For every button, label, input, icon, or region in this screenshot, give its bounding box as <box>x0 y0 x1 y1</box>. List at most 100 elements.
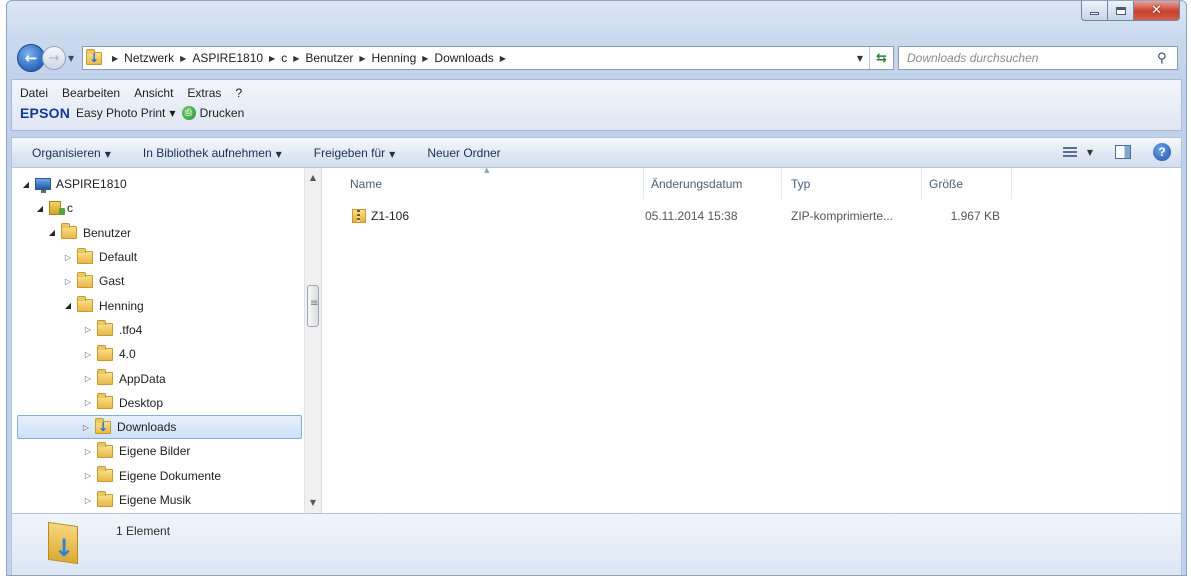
expand-icon[interactable]: ▷ <box>80 423 92 432</box>
tree-item-tfo4[interactable]: ▷ .tfo4 <box>20 318 300 342</box>
breadcrumb-netzwerk[interactable]: Netzwerk <box>120 51 178 65</box>
tree-item-label: c <box>67 201 73 216</box>
tree-item-label: Eigene Bilder <box>119 444 191 459</box>
documents-folder-icon <box>97 466 113 483</box>
change-view-button[interactable] <box>1062 144 1085 160</box>
file-name-cell[interactable]: Z1-106 <box>334 209 644 223</box>
tree-item-eigene-dokumente[interactable]: ▷ Eigene Dokumente <box>20 464 300 488</box>
menu-help[interactable]: ? <box>235 86 242 100</box>
maximize-button[interactable] <box>1108 1 1134 21</box>
drive-icon <box>49 201 65 216</box>
address-bar[interactable]: ▶ Netzwerk ▶ ASPIRE1810 ▶ c ▶ Benutzer ▶… <box>82 46 894 70</box>
tree-item-label: AppData <box>119 371 166 386</box>
expand-icon[interactable]: ▷ <box>82 471 94 480</box>
expand-icon[interactable]: ▷ <box>82 350 94 359</box>
scroll-down-button[interactable]: ▼ <box>305 495 321 511</box>
expand-icon[interactable]: ▷ <box>82 398 94 407</box>
collapse-icon[interactable]: ◢ <box>34 204 46 213</box>
breadcrumb-c[interactable]: c <box>277 51 291 65</box>
menu-bearbeiten[interactable]: Bearbeiten <box>62 86 120 100</box>
tree-item-benutzer[interactable]: ◢ Benutzer <box>20 221 300 245</box>
tree-item-appdata[interactable]: ▷ AppData <box>20 366 300 390</box>
tree-item-default[interactable]: ▷ Default <box>20 245 300 269</box>
easy-photo-print-dropdown[interactable]: ▼ <box>169 109 175 118</box>
breadcrumb-separator-icon[interactable]: ▶ <box>178 54 188 63</box>
column-header-type[interactable]: Typ <box>782 168 922 199</box>
tree-item-aspire1810[interactable]: ◢ ASPIRE1810 <box>20 172 300 196</box>
expand-icon[interactable]: ▷ <box>82 325 94 334</box>
breadcrumb-downloads[interactable]: Downloads <box>430 51 497 65</box>
breadcrumb-separator-icon[interactable]: ▶ <box>291 54 301 63</box>
breadcrumb-separator-icon[interactable]: ▶ <box>498 54 508 63</box>
breadcrumb-separator-icon[interactable]: ▶ <box>267 54 277 63</box>
zip-folder-icon <box>352 209 366 223</box>
expand-icon[interactable]: ▷ <box>82 374 94 383</box>
recent-pages-dropdown[interactable]: ▼ <box>68 54 80 63</box>
close-button[interactable]: ✕ <box>1134 1 1180 21</box>
collapse-icon[interactable]: ◢ <box>20 180 32 189</box>
sort-ascending-icon: ▲ <box>484 166 490 174</box>
address-history-dropdown[interactable]: ▼ <box>851 54 869 63</box>
music-folder-icon <box>97 490 113 507</box>
column-header-name[interactable]: Name ▲ <box>334 166 644 199</box>
tree-item-downloads[interactable]: ▷ Downloads <box>17 414 302 440</box>
tree-item-eigene-musik[interactable]: ▷ Eigene Musik <box>20 488 300 512</box>
share-with-button[interactable]: Freigeben für ▼ <box>314 146 396 160</box>
tree-item-eigene-bilder[interactable]: ▷ Eigene Bilder <box>20 439 300 463</box>
scroll-thumb[interactable] <box>307 285 319 327</box>
breadcrumb-separator-icon[interactable]: ▶ <box>420 54 430 63</box>
menu-ansicht[interactable]: Ansicht <box>134 86 173 100</box>
refresh-icon: ⇆ <box>876 50 887 66</box>
scroll-up-button[interactable]: ▲ <box>305 170 321 186</box>
tree-item-gast[interactable]: ▷ Gast <box>20 269 300 293</box>
column-headers: Name ▲ Änderungsdatum Typ Größe <box>334 166 1012 199</box>
file-list-pane: Name ▲ Änderungsdatum Typ Größe Z1-106 0… <box>334 166 1181 513</box>
column-header-size[interactable]: Größe <box>922 168 1012 199</box>
tree-item-c[interactable]: ◢ c <box>20 196 300 220</box>
folder-icon <box>97 344 113 361</box>
collapse-icon[interactable]: ◢ <box>62 301 74 310</box>
address-row: ← → ▼ ▶ Netzwerk ▶ ASPIRE1810 ▶ c ▶ Benu… <box>17 43 1178 73</box>
breadcrumb-benutzer[interactable]: Benutzer <box>301 51 357 65</box>
file-row[interactable]: Z1-106 05.11.2014 15:38 ZIP-komprimierte… <box>334 206 1000 226</box>
epson-toolbar: EPSON Easy Photo Print ▼ ⎙ Drucken <box>12 100 1181 121</box>
breadcrumb: ▶ Netzwerk ▶ ASPIRE1810 ▶ c ▶ Benutzer ▶… <box>110 51 508 65</box>
include-in-library-button[interactable]: In Bibliothek aufnehmen ▼ <box>143 146 282 160</box>
view-options-dropdown[interactable]: ▼ <box>1087 148 1093 157</box>
details-pane: ↓ 1 Element <box>11 513 1182 575</box>
preview-pane-button[interactable] <box>1115 145 1131 159</box>
breadcrumb-aspire1810[interactable]: ASPIRE1810 <box>188 51 267 65</box>
new-folder-button[interactable]: Neuer Ordner <box>427 146 500 160</box>
column-header-date[interactable]: Änderungsdatum <box>644 168 782 199</box>
breadcrumb-separator-icon[interactable]: ▶ <box>110 54 120 63</box>
print-button[interactable]: Drucken <box>200 106 245 120</box>
search-icon[interactable]: ⚲ <box>1157 51 1177 66</box>
breadcrumb-henning[interactable]: Henning <box>368 51 421 65</box>
menu-datei[interactable]: Datei <box>20 86 48 100</box>
help-button[interactable]: ? <box>1153 143 1171 161</box>
expand-icon[interactable]: ▷ <box>82 496 94 505</box>
easy-photo-print-button[interactable]: Easy Photo Print <box>76 106 165 120</box>
maximize-icon <box>1115 6 1126 15</box>
file-name: Z1-106 <box>371 209 410 223</box>
expand-icon[interactable]: ▷ <box>62 253 74 262</box>
collapse-icon[interactable]: ◢ <box>46 228 58 237</box>
tree-item-desktop[interactable]: ▷ Desktop <box>20 391 300 415</box>
file-type-cell: ZIP-komprimierte... <box>791 209 894 223</box>
search-input[interactable]: Downloads durchsuchen ⚲ <box>898 46 1178 70</box>
forward-button[interactable]: → <box>42 46 66 70</box>
expand-icon[interactable]: ▷ <box>62 277 74 286</box>
organize-button[interactable]: Organisieren ▼ <box>32 146 111 160</box>
breadcrumb-separator-icon[interactable]: ▶ <box>357 54 367 63</box>
tree-item-henning[interactable]: ◢ Henning <box>20 293 300 317</box>
close-icon: ✕ <box>1151 3 1162 18</box>
navigation-scrollbar[interactable]: ▲ ▼ <box>304 168 321 513</box>
item-count: 1 Element <box>116 524 171 538</box>
refresh-button[interactable]: ⇆ <box>869 47 893 69</box>
file-date-cell: 05.11.2014 15:38 <box>645 209 738 223</box>
minimize-button[interactable] <box>1081 1 1108 21</box>
menu-extras[interactable]: Extras <box>187 86 221 100</box>
back-button[interactable]: ← <box>17 44 45 72</box>
expand-icon[interactable]: ▷ <box>82 447 94 456</box>
tree-item-4-0[interactable]: ▷ 4.0 <box>20 342 300 366</box>
